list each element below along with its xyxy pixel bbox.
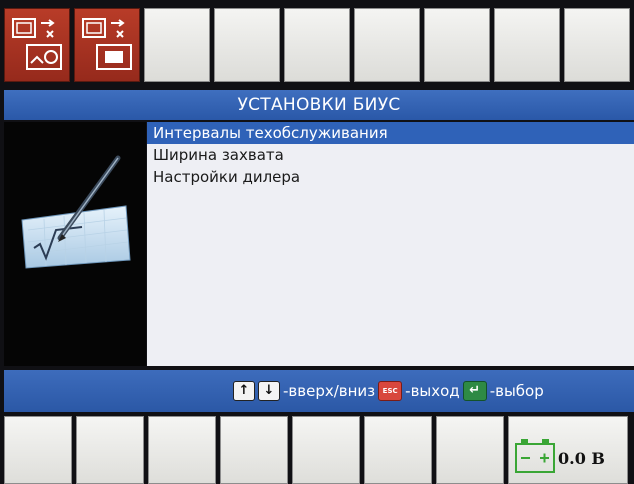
bottom-softkey-4[interactable] <box>220 416 288 484</box>
arrow-down-icon: ↓ <box>258 381 280 401</box>
display-toggle-icon <box>82 18 132 70</box>
settings-menu: Интервалы техобслуживания Ширина захвата… <box>147 122 634 366</box>
top-softkey-7[interactable] <box>424 8 490 82</box>
menu-item-service-intervals[interactable]: Интервалы техобслуживания <box>147 122 634 144</box>
enter-key-icon: ↵ <box>462 381 487 401</box>
top-softkey-3[interactable] <box>144 8 210 82</box>
page-title: УСТАНОВКИ БИУС <box>4 90 634 120</box>
bottom-softkey-row: 0.0 В <box>4 416 634 484</box>
display-swap-softkey[interactable] <box>4 8 70 82</box>
bottom-softkey-1[interactable] <box>4 416 72 484</box>
top-softkey-5[interactable] <box>284 8 350 82</box>
bottom-softkey-3[interactable] <box>148 416 216 484</box>
display-swap-icon <box>12 18 62 70</box>
top-softkey-8[interactable] <box>494 8 560 82</box>
bottom-softkey-7[interactable] <box>436 416 504 484</box>
top-softkey-4[interactable] <box>214 8 280 82</box>
key-hints: ↑ ↓ -вверх/вниз ESC -выход ↵ -выбор <box>233 381 544 401</box>
battery-status-key: 0.0 В <box>508 416 628 484</box>
exit-hint: -выход <box>405 382 460 400</box>
section-icon-panel <box>4 122 146 366</box>
select-hint: -выбор <box>489 382 544 400</box>
bottom-softkey-6[interactable] <box>364 416 432 484</box>
esc-key-icon: ESC <box>378 381 403 401</box>
top-softkey-row <box>4 8 634 86</box>
settings-pen-icon <box>21 155 131 269</box>
terminal-screen: УСТАНОВКИ БИУС Интервалы техобслуживания… <box>0 0 634 484</box>
battery-voltage: 0.0 В <box>558 449 605 468</box>
bottom-softkey-2[interactable] <box>76 416 144 484</box>
top-softkey-6[interactable] <box>354 8 420 82</box>
bottom-softkey-5[interactable] <box>292 416 360 484</box>
battery-icon <box>515 439 555 473</box>
menu-item-working-width[interactable]: Ширина захвата <box>147 144 634 166</box>
arrow-up-icon: ↑ <box>233 381 255 401</box>
top-softkey-9[interactable] <box>564 8 630 82</box>
help-bar: ↑ ↓ -вверх/вниз ESC -выход ↵ -выбор <box>4 370 634 412</box>
menu-item-dealer-settings[interactable]: Настройки дилера <box>147 166 634 188</box>
updown-hint: -вверх/вниз <box>283 382 376 400</box>
display-toggle-softkey[interactable] <box>74 8 140 82</box>
